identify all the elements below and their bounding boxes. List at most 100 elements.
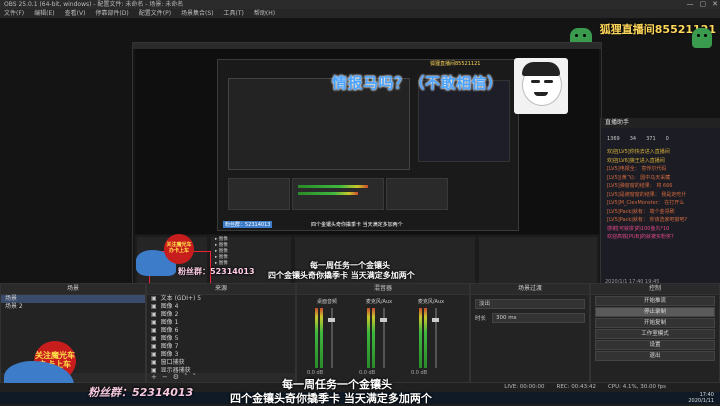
deep-panel <box>386 178 448 210</box>
chat-messages: 欢迎[LV5]你快去进入直播间 欢迎[LV6]狼王进入直播间 [LV5]电报全： 意… <box>601 144 720 246</box>
maximize-button[interactable]: ▢ <box>700 0 707 9</box>
deep-panel <box>228 178 290 210</box>
docks-area: 场景 场景 场景 2 + − ˄ ˅ 来源 ▣文本 (GDI+) 5▣图像 4▣… <box>0 283 720 401</box>
menu-bar: 文件(F) 编辑(E) 查看(V) 停靠部件(D) 配置文件(P) 场景集合(S… <box>0 9 720 18</box>
chat-message: [LV5]M_ClevMonster： 在打开么 <box>607 200 685 206</box>
remove-icon[interactable]: − <box>162 373 168 382</box>
channel-name: 麦克风/Aux <box>417 299 445 305</box>
transitions-title: 场景过渡 <box>471 284 589 295</box>
source-item[interactable]: ▣ 图像 4 <box>147 303 295 311</box>
menu-edit[interactable]: 编辑(E) <box>34 9 54 18</box>
rec-status: REC: 00:43:42 <box>556 384 596 390</box>
control-button[interactable]: 开始推流 <box>595 296 715 306</box>
chat-message: 欢迎[LV5]你快去进入直播间 <box>607 149 670 155</box>
menu-tools[interactable]: 工具(T) <box>224 9 244 18</box>
window-titlebar: OBS 25.0.1 (64-bit, windows) - 配置文件: 未命名… <box>0 0 720 9</box>
transition-select[interactable]: 淡出 <box>475 299 585 309</box>
source-type-icon: ▣ <box>151 319 157 326</box>
control-button[interactable]: 退出 <box>595 351 715 361</box>
chat-message: [LV5]电报全： 意传尔代码 <box>607 166 667 172</box>
down-icon[interactable]: ˅ <box>193 373 197 382</box>
source-item[interactable]: ▣ 图像 1 <box>147 319 295 327</box>
control-button[interactable]: 设置 <box>595 340 715 350</box>
stat-value: 1369 <box>607 136 620 142</box>
source-item[interactable]: ▣ 窗口捕获 <box>147 359 295 367</box>
up-icon[interactable]: ˄ <box>184 373 188 382</box>
control-button[interactable]: 工作室模式 <box>595 329 715 339</box>
control-button[interactable]: 停止录制 <box>595 307 715 317</box>
volume-meter <box>315 308 318 368</box>
cpu-status: CPU: 4.1%, 30.00 fps <box>607 384 666 390</box>
scene-item[interactable]: 场景 <box>1 295 145 303</box>
nested-room-label: 狐狸直播间85521121 <box>430 61 481 67</box>
source-label: 窗口捕获 <box>160 359 185 366</box>
add-icon[interactable]: + <box>151 373 157 382</box>
source-item[interactable]: ▣ 文本 (GDI+) 5 <box>147 295 295 303</box>
live-status: LIVE: 00:00:00 <box>504 384 545 390</box>
volume-slider-track[interactable] <box>435 308 437 368</box>
dino-sticker-icon <box>692 28 712 48</box>
meme-face-image <box>514 58 568 114</box>
duration-input[interactable]: 300 ms <box>492 313 585 323</box>
chat-panel: 直播助手 1369 34 371 0 欢迎[LV5]你快去进入直播间 欢迎[LV6… <box>600 118 720 301</box>
taskbar-clock[interactable]: 17:40 2020/1/11 <box>688 392 714 404</box>
scene-item[interactable]: 场景 2 <box>1 303 145 311</box>
window-title: OBS 25.0.1 (64-bit, windows) - 配置文件: 未命名… <box>4 1 184 8</box>
stat-value: 0 <box>665 136 669 142</box>
control-button[interactable]: 开始复制 <box>595 318 715 328</box>
source-item[interactable]: ▣ 图像 3 <box>147 351 295 359</box>
source-type-icon: ▣ <box>151 335 157 342</box>
volume-meter <box>320 308 323 368</box>
chat-message: 欢迎高铁[PUB]的就被买粉奖? <box>607 234 674 240</box>
source-label: 图像 6 <box>160 327 179 334</box>
main-preview[interactable]: 狐狸直播间85521121 狐狸直播间85521121 粉丝群：52314013… <box>0 18 720 304</box>
fan-group-caption: 粉丝群：52314013 <box>178 267 255 276</box>
channel-name: 麦克风/Aux <box>365 299 393 305</box>
menu-file[interactable]: 文件(F) <box>4 9 24 18</box>
volume-slider-knob[interactable] <box>380 318 387 322</box>
source-type-icon: ▣ <box>151 351 157 358</box>
menu-help[interactable]: 帮助(H) <box>254 9 275 18</box>
badge-text: 关注魔光车 <box>35 351 75 360</box>
mixer-channel: 桌面音频 0.0 dB <box>307 298 347 378</box>
channel-db-value: 0.0 dB <box>411 370 428 376</box>
volume-slider-knob[interactable] <box>328 318 335 322</box>
duration-label: 时长 <box>475 316 487 322</box>
mixer-dock: 混音器 桌面音频 0.0 dB 麦克风/Aux 0.0 dB 麦克风/Aux 0.0 dB <box>296 283 470 383</box>
volume-slider-track[interactable] <box>331 308 333 368</box>
close-button[interactable]: ✕ <box>712 0 718 9</box>
source-label: 图像 3 <box>160 351 179 358</box>
source-item[interactable]: ▣ 图像 2 <box>147 311 295 319</box>
source-type-icon: ▣ <box>151 311 157 318</box>
volume-meter <box>419 308 422 368</box>
source-label: 图像 7 <box>160 343 179 350</box>
volume-slider-knob[interactable] <box>432 318 439 322</box>
source-label: 图像 4 <box>160 303 179 310</box>
source-type-icon: ▣ <box>151 303 157 310</box>
minimize-button[interactable]: — <box>687 0 694 9</box>
source-item[interactable]: ▣ 图像 6 <box>147 327 295 335</box>
deep-meter <box>298 185 368 188</box>
menu-profile[interactable]: 配置文件(P) <box>139 9 171 18</box>
source-item[interactable]: ▣ 图像 5 <box>147 335 295 343</box>
menu-scene-collection[interactable]: 场景集合(S) <box>181 9 214 18</box>
gear-icon[interactable]: ⚙ <box>173 373 179 382</box>
menu-docks[interactable]: 停靠部件(D) <box>95 9 128 18</box>
speech-caption: 情报马吗？（不敢相信） <box>332 74 503 92</box>
controls-buttons: 开始推流 停止录制 开始复制 工作室模式 设置 退出 <box>591 296 719 361</box>
chat-message: [LV5]弹窗窗的结果： 将 666 <box>607 183 673 189</box>
volume-slider-track[interactable] <box>383 308 385 368</box>
source-item[interactable]: ▣ 图像 7 <box>147 343 295 351</box>
nested-fan-group: 粉丝群：52314013 <box>223 221 273 228</box>
source-label: 图像 5 <box>160 335 179 342</box>
source-type-icon: ▣ <box>151 359 157 366</box>
badge-text: 办卡上车 <box>168 248 189 254</box>
sources-list: ▣ 文本 (GDI+) 5 ▣ 图像 4 ▣ 图像 2 ▣ 图像 1 ▣ 图像 6 ▣ 图像 5 ▣ 图像… <box>147 295 295 375</box>
menu-view[interactable]: 查看(V) <box>65 9 86 18</box>
chat-message: [LV5]Pack|就有： 端个金领刷 <box>607 208 675 215</box>
deep-meter <box>298 192 358 195</box>
mixer-channel: 麦克风/Aux 0.0 dB <box>411 298 451 378</box>
chat-message: 欢迎[LV6]狼王进入直播间 <box>607 157 665 164</box>
source-label: 图像 2 <box>160 311 179 318</box>
chat-header: 直播助手 <box>601 118 720 128</box>
